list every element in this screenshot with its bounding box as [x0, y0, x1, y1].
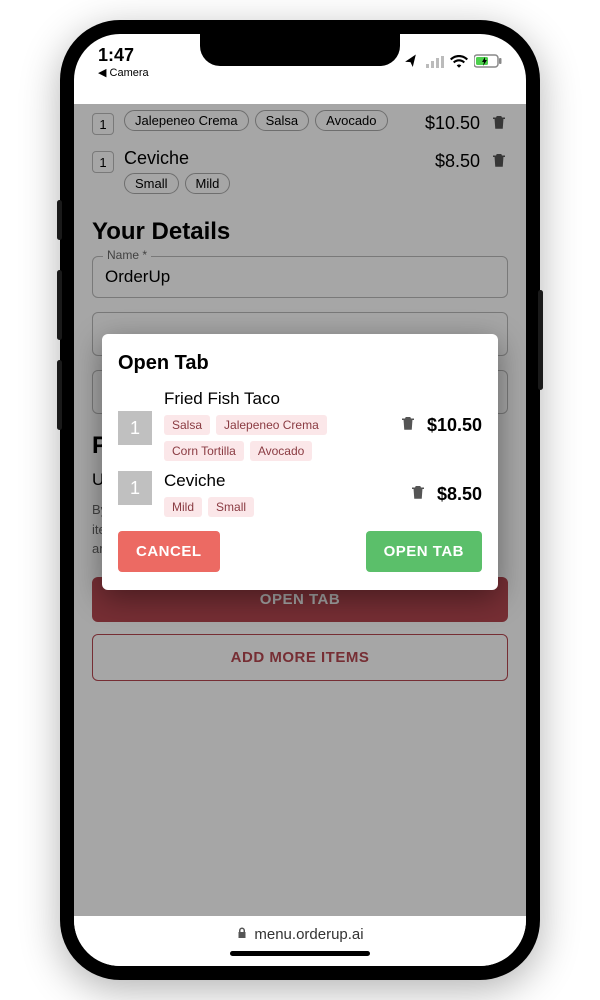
status-time: 1:47 — [98, 45, 134, 66]
back-to-app[interactable]: ◀ Camera — [98, 66, 149, 79]
cancel-button[interactable]: CANCEL — [118, 531, 220, 572]
browser-bar: menu.orderup.ai — [74, 916, 526, 966]
location-icon — [404, 52, 420, 73]
modal-tag: Corn Tortilla — [164, 441, 244, 461]
home-indicator[interactable] — [230, 951, 370, 956]
notch — [200, 34, 400, 66]
wifi-icon — [450, 52, 468, 73]
modal-title: Open Tab — [118, 352, 482, 375]
modal-qty[interactable]: 1 — [118, 411, 152, 445]
modal-tag: Mild — [164, 497, 202, 517]
trash-icon[interactable] — [409, 483, 427, 506]
modal-item-name: Ceviche — [164, 471, 397, 491]
open-tab-confirm-button[interactable]: OPEN TAB — [366, 531, 482, 572]
open-tab-modal: Open Tab 1 Fried Fish Taco Salsa Jalepen… — [102, 334, 498, 590]
modal-tag: Avocado — [250, 441, 312, 461]
url-text: menu.orderup.ai — [254, 926, 363, 943]
signal-icon — [426, 52, 444, 73]
modal-item-price: $8.50 — [437, 484, 482, 505]
modal-item-price: $10.50 — [427, 415, 482, 436]
lock-icon — [236, 926, 248, 943]
battery-icon — [474, 52, 502, 73]
url-bar[interactable]: menu.orderup.ai — [236, 926, 363, 943]
modal-tag: Salsa — [164, 415, 210, 435]
modal-item-row: 1 Fried Fish Taco Salsa Jalepeneo Crema … — [118, 389, 482, 461]
modal-item-name: Fried Fish Taco — [164, 389, 387, 409]
screen: 1:47 ◀ Camera 1 Jalepeneo Crema Salsa Av… — [74, 34, 526, 966]
phone-frame: 1:47 ◀ Camera 1 Jalepeneo Crema Salsa Av… — [60, 20, 540, 980]
modal-tag: Small — [208, 497, 254, 517]
modal-item-row: 1 Ceviche Mild Small $8.50 — [118, 471, 482, 517]
modal-tag: Jalepeneo Crema — [216, 415, 327, 435]
trash-icon[interactable] — [399, 414, 417, 437]
modal-qty[interactable]: 1 — [118, 471, 152, 505]
